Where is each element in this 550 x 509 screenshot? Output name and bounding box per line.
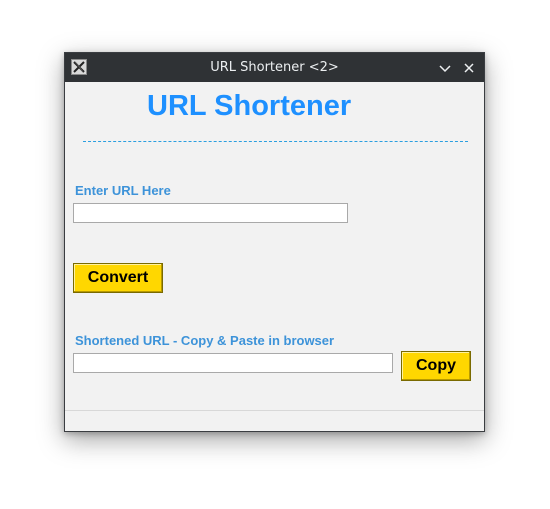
convert-button[interactable]: Convert [73,263,163,293]
window-title: URL Shortener <2> [210,60,339,75]
app-window: URL Shortener <2> URL Shortener Enter UR… [64,52,485,432]
url-input[interactable] [73,203,348,223]
title-bar[interactable]: URL Shortener <2> [65,53,484,82]
close-icon[interactable] [460,59,478,77]
chevron-down-icon[interactable] [436,59,454,77]
copy-button[interactable]: Copy [401,351,471,381]
main-content: URL Shortener Enter URL Here Convert Sho… [65,82,484,410]
status-bar [65,410,484,431]
page-title: URL Shortener [147,90,352,122]
url-label: Enter URL Here [75,183,171,198]
divider [83,141,468,142]
shortened-url-field[interactable] [73,353,393,373]
shortened-url-label: Shortened URL - Copy & Paste in browser [75,333,335,348]
